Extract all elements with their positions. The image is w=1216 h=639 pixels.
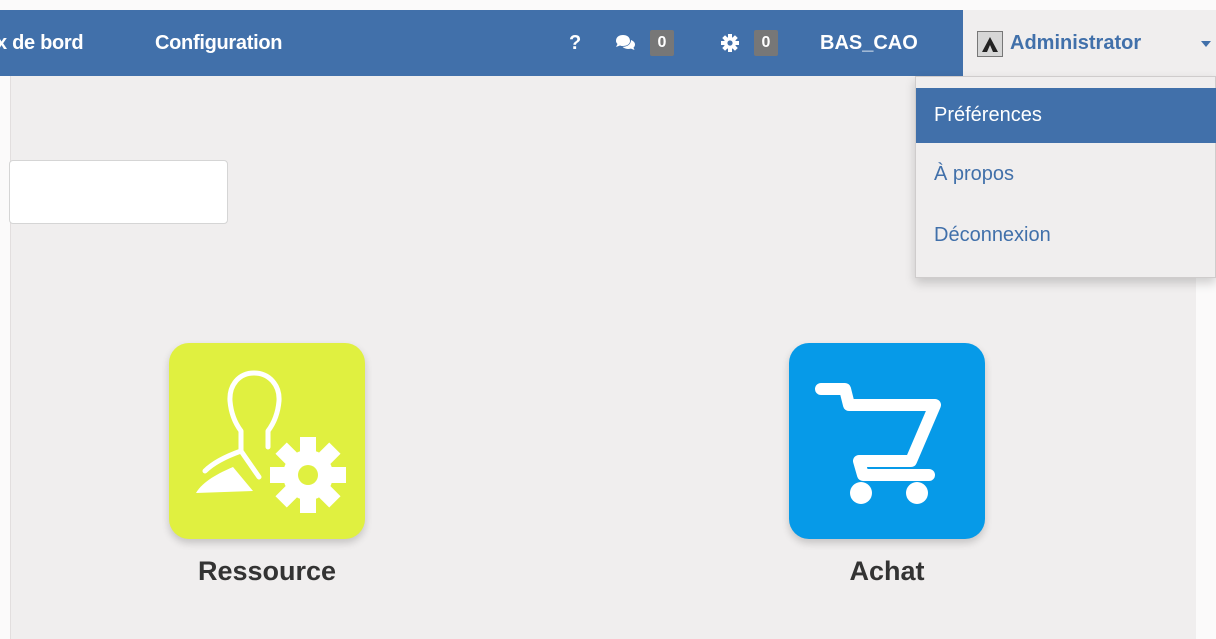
- chevron-down-icon: [1201, 41, 1211, 47]
- user-gear-icon: [169, 343, 365, 544]
- activities-badge[interactable]: 0: [754, 30, 778, 56]
- search-input[interactable]: [9, 160, 228, 224]
- messages-badge[interactable]: 0: [650, 30, 674, 56]
- menu-item-about[interactable]: À propos: [916, 147, 1216, 202]
- top-navbar: x de bord Configuration ? 0 0 BAS_CAO Ad…: [0, 10, 1216, 76]
- menu-item-preferences[interactable]: Préférences: [916, 88, 1216, 143]
- app-label-ressource[interactable]: Ressource: [169, 556, 365, 587]
- menu-configuration[interactable]: Configuration: [155, 10, 282, 76]
- menu-tableaux-de-bord[interactable]: x de bord: [0, 10, 84, 76]
- shopping-cart-icon: [789, 343, 985, 544]
- gear-icon[interactable]: [720, 33, 740, 53]
- app-tile-ressource[interactable]: [169, 343, 365, 539]
- app-tile-achat[interactable]: [789, 343, 985, 539]
- menu-item-logout[interactable]: Déconnexion: [916, 208, 1216, 263]
- help-button[interactable]: ?: [569, 10, 581, 76]
- user-menu-toggle[interactable]: Administrator: [963, 10, 1216, 76]
- app-label-achat[interactable]: Achat: [789, 556, 985, 587]
- chat-icon[interactable]: [614, 33, 635, 53]
- user-dropdown-menu: Préférences À propos Déconnexion: [915, 76, 1216, 278]
- database-name[interactable]: BAS_CAO: [820, 10, 918, 76]
- avatar: [977, 31, 1003, 57]
- user-name: Administrator: [1010, 32, 1142, 54]
